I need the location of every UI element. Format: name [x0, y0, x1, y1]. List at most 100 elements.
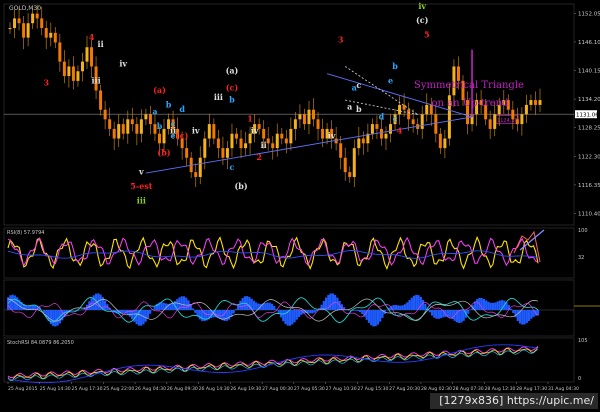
x-tick-label: 25 Aug 14:30	[40, 386, 71, 392]
candle-body	[298, 114, 302, 120]
candle-body	[321, 128, 325, 139]
symbol-label: GOLD,M30	[9, 5, 41, 12]
watermark: [1279x836] https://upic.me/	[430, 393, 598, 409]
macd-bar	[219, 310, 222, 319]
candle-body	[262, 128, 266, 139]
wave-label: (b)	[157, 147, 170, 157]
macd-bar	[516, 310, 519, 321]
macd-bar	[297, 310, 301, 317]
macd-bar	[264, 303, 267, 310]
candle-body	[284, 138, 288, 144]
x-tick-label: 28 Aug 17:30	[516, 386, 547, 392]
macd-bar	[509, 308, 513, 310]
candle-body	[357, 138, 361, 149]
wave-label: 2	[256, 152, 262, 162]
macd-bar	[530, 310, 533, 319]
y-tick-label: 1146.10	[578, 40, 600, 46]
wave-label: iii	[92, 75, 101, 85]
candle-body	[139, 119, 143, 134]
candle-body	[198, 157, 202, 177]
candle-body	[108, 119, 112, 129]
wave-label: ii	[261, 140, 267, 150]
macd-bar	[496, 301, 499, 310]
macd-bar	[487, 301, 490, 310]
stoch-title: StochRSI 84.0879 86.2050	[7, 340, 74, 346]
price-tag: 1131.06	[576, 113, 599, 119]
macd-bar	[485, 300, 488, 310]
candle-body	[361, 138, 365, 144]
macd-bar	[309, 310, 312, 314]
macd-bar	[146, 310, 150, 318]
candle-body	[434, 114, 438, 134]
candle-body	[425, 104, 429, 115]
macd-bar	[399, 305, 402, 310]
macd-bar	[182, 296, 186, 310]
y-tick-label: 1152.05	[578, 11, 600, 17]
candle-body	[375, 124, 379, 129]
macd-bar	[144, 310, 147, 322]
y-tick-label: 1140.15	[578, 69, 600, 75]
candle-body	[275, 133, 279, 149]
macd-bar	[525, 310, 528, 324]
candle-body	[398, 104, 402, 115]
macd-bar	[72, 310, 75, 311]
macd-bar	[149, 310, 152, 314]
macd-bar	[397, 305, 400, 310]
macd-bar	[331, 293, 334, 310]
candle-body	[352, 148, 356, 177]
macd-bar	[266, 302, 269, 310]
wave-label: d	[179, 104, 185, 114]
wave-label: 4	[397, 126, 403, 136]
candle-body	[207, 124, 211, 139]
rsi-tick: 100	[578, 228, 588, 234]
macd-bar	[482, 298, 486, 310]
macd-bar	[428, 310, 431, 313]
candle-body	[266, 138, 270, 144]
macd-bar	[255, 302, 258, 310]
macd-bar	[180, 296, 183, 310]
chart-title-line1: Symmetrical Triangle	[414, 80, 524, 91]
macd-bar	[293, 310, 296, 323]
x-tick-label: 27 Aug 05:30	[294, 386, 325, 392]
macd-bar	[234, 309, 237, 310]
macd-bar	[376, 310, 380, 325]
x-tick-label: 25 Aug 22:00	[103, 386, 134, 392]
candle-body	[488, 119, 492, 129]
macd-bar	[458, 310, 461, 324]
candle-body	[203, 138, 207, 158]
wave-label: iv	[192, 126, 200, 136]
wave-label: c	[230, 162, 235, 172]
candle-body	[515, 119, 519, 125]
x-tick-label: 27 Aug 10:30	[326, 386, 357, 392]
wave-label: (c)	[226, 82, 239, 92]
x-tick-label: 27 Aug 20:30	[389, 386, 420, 392]
macd-bar	[311, 310, 314, 314]
candle-body	[40, 18, 44, 29]
candle-body	[157, 133, 161, 144]
macd-bar	[284, 310, 287, 325]
macd-bar	[122, 310, 125, 314]
candle-body	[67, 66, 71, 77]
macd-bar	[52, 310, 55, 327]
x-tick-label: 25 Aug 2015	[8, 386, 38, 392]
wave-label: a	[152, 107, 157, 117]
candle-body	[443, 138, 447, 149]
macd-bar	[200, 310, 204, 321]
candle-body	[225, 148, 229, 158]
wave-label: (c)	[176, 131, 189, 141]
macd-bar	[329, 293, 332, 310]
candle-body	[99, 90, 103, 110]
macd-bar	[392, 305, 395, 310]
macd-bar	[514, 310, 517, 318]
stoch-tick: 105	[578, 338, 588, 344]
wave-label: d	[379, 111, 385, 121]
candle-body	[520, 114, 524, 125]
wave-label: ii	[98, 39, 104, 49]
candle-body	[26, 23, 30, 38]
wave-label: (a)	[153, 85, 166, 95]
macd-bar	[356, 310, 359, 311]
candle-body	[389, 124, 393, 134]
macd-bar	[277, 310, 280, 314]
gold-chart: 1152.05 1146.10 1140.15 1134.20 1128.25 1122.…	[0, 0, 600, 412]
x-tick-label: 26 Aug 19:30	[230, 386, 261, 392]
